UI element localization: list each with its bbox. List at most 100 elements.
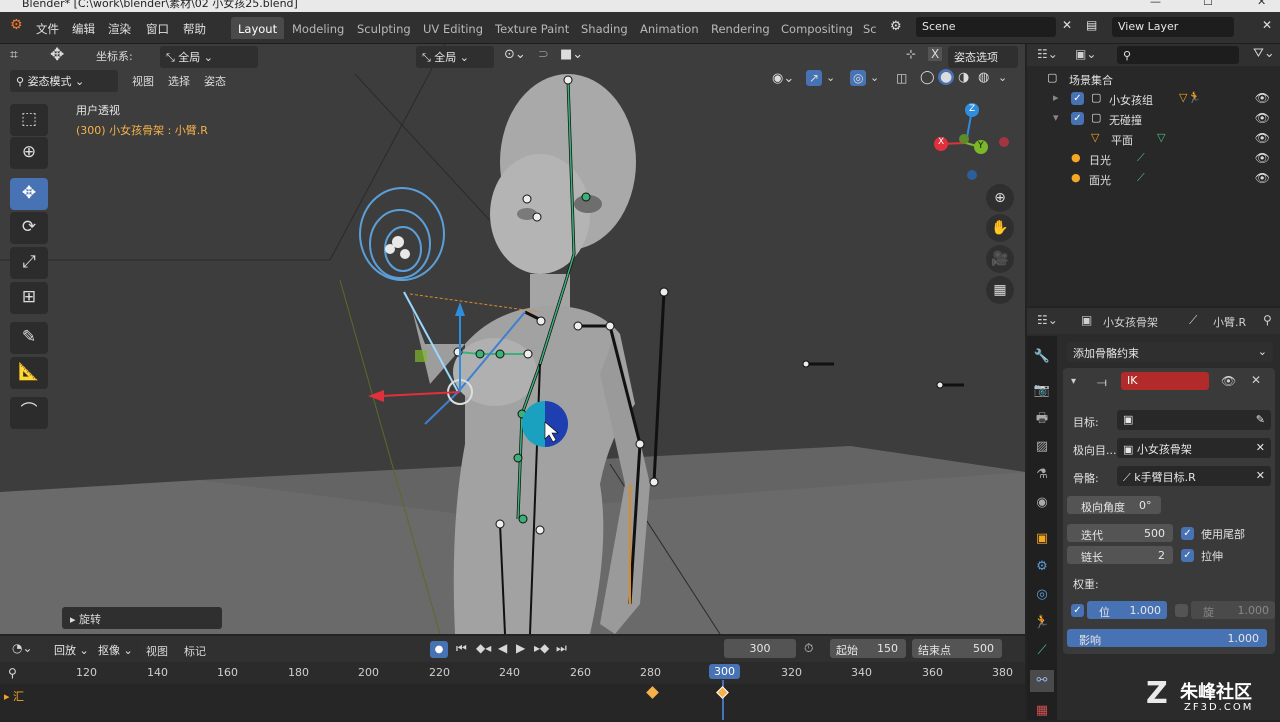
output-tab-icon[interactable]: 🖶 [1030, 408, 1054, 430]
shading-dropdown-icon[interactable]: ⌄ [998, 71, 1007, 84]
play-reverse-icon[interactable]: ◀ [498, 641, 507, 655]
snap-icon[interactable]: ⊃ [538, 47, 549, 62]
end-frame-field[interactable]: 结束点 500 [912, 639, 1002, 658]
current-frame-field[interactable]: 300 [724, 639, 796, 658]
pole-target-field[interactable]: ▣ 小女孩骨架 ✕ [1117, 438, 1271, 458]
play-icon[interactable]: ▶ [516, 641, 525, 655]
menu-window[interactable]: 窗口 [146, 21, 169, 37]
keying-menu[interactable]: 抠像 ⌄ [92, 639, 142, 661]
tab-more[interactable]: Sc [856, 17, 884, 39]
world-tab-icon[interactable]: ◉ [1030, 492, 1054, 514]
timeline-search-icon[interactable]: ⚲ [8, 666, 17, 680]
timeline-marker-menu[interactable]: 标记 [184, 643, 206, 659]
coord-system-select[interactable]: ⤡ 全局 ⌄ [160, 46, 258, 68]
start-frame-field[interactable]: 起始 150 [830, 639, 906, 658]
texture-tab-icon[interactable]: ▦ [1030, 700, 1054, 722]
3d-viewport[interactable]: X Y Z ⌗ ✥ 坐标系: ⤡ 全局 ⌄ ⤡ 全局 ⌄ ⊙⌄ ⊃ ■⌄ ⊹ X… [0, 44, 1025, 634]
pole-angle-field[interactable]: 极向角度 0° [1067, 496, 1161, 514]
proportional-icon[interactable]: ■⌄ [560, 47, 583, 62]
chain-length-field[interactable]: 链长 2 [1067, 546, 1173, 564]
target-field[interactable]: ▣ ✎ [1117, 410, 1271, 430]
close-button[interactable]: ✕ [1257, 0, 1266, 8]
exclude-checkbox[interactable]: ✓ [1071, 112, 1084, 125]
exclude-checkbox[interactable]: ✓ [1071, 92, 1084, 105]
expand-icon[interactable]: ▸ [1053, 91, 1059, 104]
outliner-root-row[interactable]: ▢ 场景集合 [1027, 68, 1280, 88]
expand-icon[interactable]: ▾ [1053, 111, 1059, 124]
auto-keying-icon[interactable]: ● [430, 641, 448, 658]
timeline-tracks[interactable] [0, 684, 1025, 720]
physics-tab-icon[interactable]: ◎ [1030, 584, 1054, 606]
outliner-item[interactable]: ● 面光 ⟋ 👁 [1027, 168, 1280, 188]
properties-editor-icon[interactable]: ☷⌄ [1037, 313, 1058, 327]
blender-logo-icon[interactable]: ⚙ [10, 17, 23, 33]
tab-animation[interactable]: Animation [633, 17, 706, 39]
scale-tool-icon[interactable]: ⤢ [10, 247, 48, 279]
jump-start-icon[interactable]: ⏮ [456, 641, 467, 656]
add-bone-constraint-dropdown[interactable]: 添加骨骼约束 ⌄ [1067, 342, 1273, 362]
pivot-icon[interactable]: ⊙⌄ [504, 47, 526, 62]
next-keyframe-icon[interactable]: ▸◆ [534, 641, 549, 655]
eyedropper-icon[interactable]: ✎ [1256, 413, 1265, 426]
outliner-search-input[interactable]: ⚲ [1117, 46, 1239, 64]
constraint-name-input[interactable]: IK [1121, 372, 1209, 390]
eye-icon[interactable]: 👁 [1255, 111, 1270, 125]
transform-tool-icon[interactable]: ✥ [50, 45, 64, 65]
playback-menu[interactable]: 回放 ⌄ [48, 639, 98, 661]
solid-shading-icon[interactable]: ● [938, 69, 955, 85]
eye-icon[interactable]: 👁 [1255, 91, 1270, 105]
object-tab-icon[interactable]: ▣ [1030, 528, 1054, 550]
tab-shading[interactable]: Shading [574, 17, 635, 39]
camera-view-icon[interactable]: 🎥 [986, 245, 1014, 273]
clear-icon[interactable]: ✕ [1256, 441, 1265, 454]
gizmo-toggle-icon[interactable]: ↗ [806, 70, 823, 86]
delete-view-layer-icon[interactable]: ✕ [1262, 18, 1272, 32]
overlay-toggle-icon[interactable]: ◎ [850, 70, 867, 86]
collapse-icon[interactable]: ▾ [1071, 376, 1076, 387]
mirror-icon[interactable]: ⊹ [906, 47, 916, 61]
timeline-view-menu[interactable]: 视图 [146, 643, 168, 659]
render-tab-icon[interactable]: 📷 [1030, 380, 1054, 402]
pose-options-button[interactable]: 姿态选项 [948, 46, 1018, 68]
tab-rendering[interactable]: Rendering [704, 17, 777, 39]
current-frame-indicator[interactable]: 300 [709, 664, 740, 679]
view-layer-tab-icon[interactable]: ▨ [1030, 436, 1054, 458]
rotation-weight-checkbox[interactable]: ✓ [1175, 604, 1188, 617]
outliner-editor-icon[interactable]: ☷⌄ [1037, 47, 1058, 61]
pose-relax-tool-icon[interactable]: ⌒ [10, 397, 48, 429]
orientation-select[interactable]: ⤡ 全局 ⌄ [416, 46, 494, 68]
rotation-weight-field[interactable]: 旋 1.000 [1191, 601, 1275, 619]
xray-icon[interactable]: ◫ [896, 71, 907, 85]
position-weight-checkbox[interactable]: ✓ [1071, 604, 1084, 617]
bone-constraint-tab-icon[interactable]: ⚯ [1030, 670, 1054, 692]
zoom-icon[interactable]: ⊕ [986, 184, 1014, 212]
overlay-dropdown-icon[interactable]: ⌄ [870, 71, 879, 84]
material-shading-icon[interactable]: ◑ [958, 70, 969, 85]
tab-layout[interactable]: Layout [231, 17, 285, 39]
gizmo-z-label[interactable]: Z [969, 104, 975, 114]
gizmo-dropdown-icon[interactable]: ⌄ [826, 71, 835, 84]
tool-tab-icon[interactable]: 🔧 [1030, 346, 1054, 368]
gizmo-x-label[interactable]: X [938, 137, 944, 147]
tab-uv-editing[interactable]: UV Editing [416, 17, 490, 39]
delete-constraint-icon[interactable]: ✕ [1251, 373, 1261, 387]
eye-icon[interactable]: 👁 [1255, 171, 1270, 185]
scene-selector[interactable]: Scene [916, 17, 1056, 37]
view-layer-selector[interactable]: View Layer [1112, 17, 1234, 37]
gizmo-y-label[interactable]: Y [978, 141, 984, 151]
jump-end-icon[interactable]: ⏭ [556, 641, 567, 656]
tab-compositing[interactable]: Compositing [774, 17, 860, 39]
menu-view[interactable]: 视图 [132, 73, 154, 89]
stretch-checkbox[interactable]: ✓ [1181, 549, 1194, 562]
timeline-editor-icon[interactable]: ◔⌄ [12, 641, 33, 655]
pan-hand-icon[interactable]: ✋ [986, 214, 1014, 242]
outliner-item[interactable]: ▸ ✓ ▢ 小女孩组 ▽🏃 👁 [1027, 88, 1280, 108]
tab-modeling[interactable]: Modeling [285, 17, 351, 39]
last-operator-panel[interactable]: ▸ 旋转 [62, 607, 222, 629]
ortho-grid-icon[interactable]: ▦ [986, 276, 1014, 304]
tab-sculpting[interactable]: Sculpting [350, 17, 418, 39]
bone-tab-icon[interactable]: ⟋ [1030, 640, 1054, 662]
outliner-item[interactable]: ▽ 平面 ▽ 👁 [1027, 128, 1280, 148]
wireframe-shading-icon[interactable]: ◯ [920, 70, 935, 85]
outliner-item[interactable]: ▾ ✓ ▢ 无碰撞 👁 [1027, 108, 1280, 128]
